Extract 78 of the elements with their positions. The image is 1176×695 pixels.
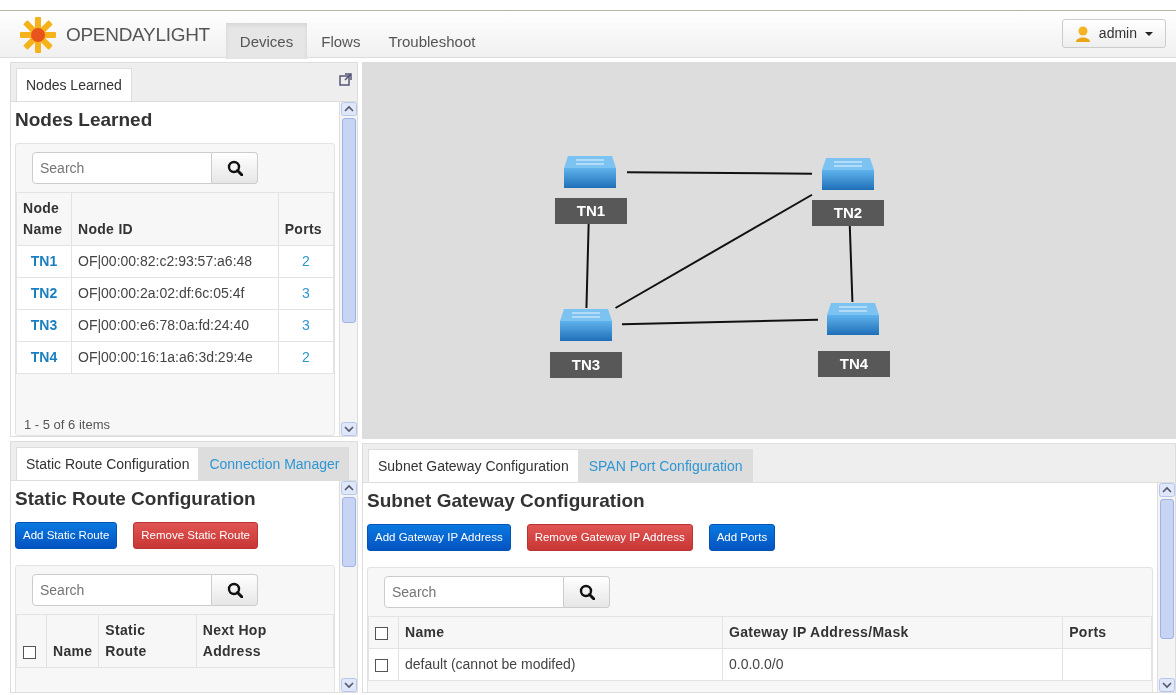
table-cell: 0.0.0.0/0: [722, 648, 1063, 681]
search-field[interactable]: Search: [384, 575, 564, 608]
node-label: TN3: [571, 356, 601, 373]
action-button[interactable]: Add Static Route: [15, 521, 118, 549]
panel-heading: Subnet Gateway Configuration: [367, 489, 646, 513]
panel-tab[interactable]: Static Route Configuration: [16, 447, 200, 480]
table-cell: OF|00:00:2a:02:df:6c:05:4f: [71, 277, 279, 309]
user-menu-button[interactable]: admin: [1061, 19, 1166, 48]
panel-tab[interactable]: Connection Manager: [199, 447, 350, 480]
scrollbar[interactable]: [339, 481, 357, 692]
column-header: Name: [398, 616, 723, 649]
scroll-up-icon: [340, 481, 357, 495]
panel-tab[interactable]: Nodes Learned: [16, 68, 132, 101]
scroll-down-icon: [340, 678, 357, 692]
scrollbar-thumb[interactable]: [341, 118, 356, 323]
scrollbar-thumb[interactable]: [1159, 499, 1174, 639]
column-header: Gateway IP Address/Mask: [722, 616, 1063, 649]
user-icon: [1074, 24, 1091, 43]
ports-link[interactable]: 3: [301, 316, 310, 333]
table-cell: OF|00:00:e6:78:0a:fd:24:40: [71, 309, 279, 341]
column-header: Static Route: [98, 614, 197, 668]
logo-icon: [18, 15, 58, 55]
checkbox[interactable]: [375, 658, 388, 672]
column-header: Node ID: [71, 192, 279, 245]
node-label-background: [550, 352, 622, 378]
action-button[interactable]: Remove Static Route: [133, 521, 258, 549]
node-label-background: [555, 198, 627, 224]
caret-icon: [1145, 31, 1153, 36]
switch-icon[interactable]: [822, 158, 874, 190]
column-header: Ports: [1062, 616, 1152, 649]
nav-tab[interactable]: Flows: [307, 23, 375, 59]
checkbox[interactable]: [375, 626, 388, 640]
ports-link[interactable]: 3: [301, 284, 310, 301]
node-label: TN1: [576, 202, 606, 219]
logo-text: OPENDAYLIGHT: [66, 22, 210, 47]
action-button[interactable]: Remove Gateway IP Address: [526, 523, 693, 551]
switch-icon[interactable]: [560, 309, 612, 341]
switch-icon[interactable]: [564, 156, 616, 188]
scrollbar-thumb[interactable]: [341, 497, 356, 567]
search-field[interactable]: Search: [32, 151, 212, 184]
popout-icon: [339, 72, 352, 86]
scroll-up-icon: [1158, 483, 1175, 497]
scrollbar[interactable]: [339, 102, 357, 436]
pagination-text: 1 - 5 of 6 items: [24, 416, 110, 432]
table-cell: OF|00:00:82:c2:93:57:a6:48: [71, 245, 279, 277]
ports-link[interactable]: 2: [301, 348, 310, 365]
action-button[interactable]: Add Gateway IP Address: [367, 523, 511, 551]
action-button[interactable]: Add Ports: [708, 523, 776, 551]
nav-tab[interactable]: Devices: [225, 23, 308, 59]
column-header: Node Name: [16, 192, 72, 245]
search-icon: [226, 159, 243, 176]
ports-link[interactable]: 2: [301, 252, 310, 269]
search-button[interactable]: [212, 573, 258, 606]
panel-tab[interactable]: SPAN Port Configuration: [578, 449, 753, 482]
column-header: Next Hop Address: [196, 614, 334, 668]
scroll-down-icon: [1158, 678, 1175, 692]
node-label-background: [812, 200, 884, 226]
panel-tab[interactable]: Subnet Gateway Configuration: [368, 449, 579, 482]
scroll-down-icon: [340, 422, 357, 436]
node-label: TN2: [833, 204, 863, 221]
node-label-background: [818, 351, 890, 377]
search-field[interactable]: Search: [32, 573, 212, 606]
scrollbar[interactable]: [1157, 483, 1175, 692]
table-cell: default (cannot be modifed): [398, 648, 723, 681]
panel-heading: Static Route Configuration: [15, 487, 257, 511]
search-button[interactable]: [564, 575, 610, 608]
column-header: Name: [46, 614, 99, 668]
panel-heading: Nodes Learned: [15, 108, 154, 132]
checkbox[interactable]: [23, 645, 36, 659]
column-header: Ports: [278, 192, 334, 245]
search-icon: [226, 581, 243, 598]
scroll-up-icon: [340, 102, 357, 116]
search-icon: [578, 583, 595, 600]
table-cell: OF|00:00:16:1a:a6:3d:29:4e: [71, 341, 279, 373]
switch-icon[interactable]: [827, 303, 879, 335]
node-label: TN4: [839, 355, 869, 372]
nav-tab[interactable]: Troubleshoot: [374, 23, 490, 59]
search-button[interactable]: [212, 151, 258, 184]
